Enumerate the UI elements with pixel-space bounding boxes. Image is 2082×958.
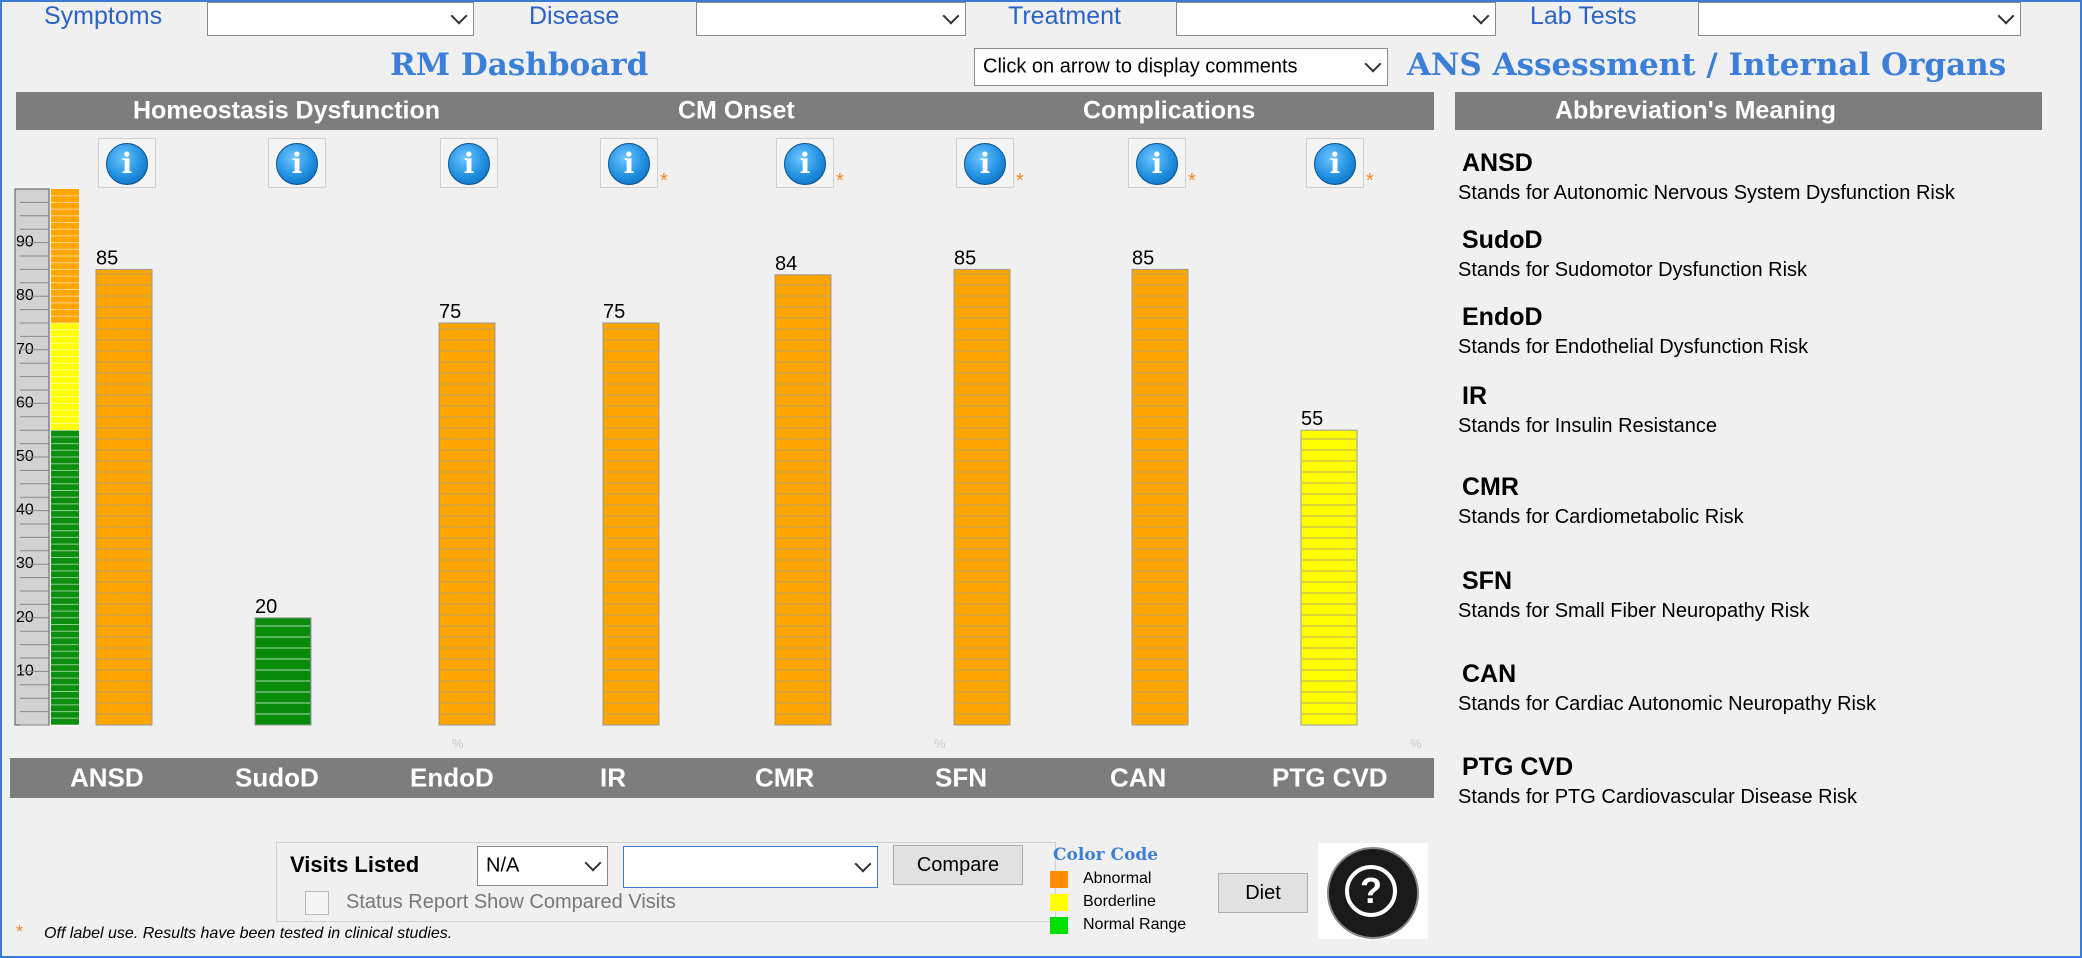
abbreviation-key: EndoD xyxy=(1462,303,1543,331)
category-label: CAN xyxy=(1110,762,1167,793)
category-label: CMR xyxy=(755,762,815,793)
bar-ansd xyxy=(95,268,153,726)
header-abbreviations: Abbreviation's Meaning xyxy=(1555,96,1836,125)
compare-button[interactable]: Compare xyxy=(893,845,1023,885)
abbreviation-key: IR xyxy=(1462,382,1487,410)
normal-range-swatch xyxy=(1050,917,1068,934)
abbreviation-key: CAN xyxy=(1462,660,1517,688)
abbreviation-description: Stands for PTG Cardiovascular Disease Ri… xyxy=(1458,786,1858,808)
percent-mark: % xyxy=(452,736,464,751)
bar-sudod xyxy=(254,617,312,726)
category-label: ANSD xyxy=(70,762,144,793)
percent-mark: % xyxy=(1410,736,1422,751)
abbreviation-key: ANSD xyxy=(1462,149,1533,177)
status-report-checkbox[interactable] xyxy=(305,891,329,915)
bar-value-label: 85 xyxy=(96,247,118,269)
bar-endod xyxy=(438,322,496,726)
borderline-swatch xyxy=(1050,894,1068,911)
risk-bar-chart: 908070605040302010852075 7584 85 8555%%% xyxy=(14,188,1422,751)
bar-value-label: 85 xyxy=(954,247,976,269)
chevron-down-icon xyxy=(1472,7,1490,25)
help-button[interactable]: ? xyxy=(1318,843,1428,939)
lab-tests-label: Lab Tests xyxy=(1530,2,1637,30)
bar-value-label: 85 xyxy=(1132,247,1154,269)
bar-sfn xyxy=(953,268,1011,726)
abbreviation-key: SudoD xyxy=(1462,226,1543,254)
visits-listed-label: Visits Listed xyxy=(290,852,420,877)
normal-range-label: Normal Range xyxy=(1083,916,1187,933)
compare-visits-select[interactable] xyxy=(623,846,878,888)
abnormal-swatch xyxy=(1050,871,1068,888)
visits-select[interactable]: N/A xyxy=(477,846,608,886)
abbreviation-description: Stands for Endothelial Dysfunction Risk xyxy=(1458,336,1809,358)
visits-select-value: N/A xyxy=(486,854,520,877)
abbreviation-key: CMR xyxy=(1462,473,1519,501)
abbreviation-key: SFN xyxy=(1462,567,1512,595)
abbreviation-description: Stands for Cardiometabolic Risk xyxy=(1458,506,1744,528)
help-glyph: ? xyxy=(1345,865,1397,917)
abbreviation-description: Stands for Small Fiber Neuropathy Risk xyxy=(1458,600,1810,622)
status-report-label: Status Report Show Compared Visits xyxy=(346,891,676,913)
category-labels-bar: ANSD SudoD EndoD IR CMR SFN CAN PTG CVD xyxy=(10,758,1434,798)
color-code-title: Color Code xyxy=(1053,845,1159,865)
chevron-down-icon xyxy=(854,855,872,873)
footnote-text: Off label use. Results have been tested … xyxy=(44,925,453,942)
abnormal-label: Abnormal xyxy=(1083,870,1152,887)
bar-value-label: 84 xyxy=(775,253,797,275)
bar-value-label: 20 xyxy=(255,596,277,618)
borderline-label: Borderline xyxy=(1083,893,1156,910)
abbreviation-description: Stands for Sudomotor Dysfunction Risk xyxy=(1458,259,1808,281)
diet-button[interactable]: Diet xyxy=(1218,873,1308,913)
bar-cmr xyxy=(774,274,832,726)
bar-value-label: 75 xyxy=(603,301,625,323)
scale-tick-label: 40 xyxy=(16,502,34,519)
percent-mark: % xyxy=(934,736,946,751)
category-label: PTG CVD xyxy=(1272,762,1388,793)
bar-ir xyxy=(602,322,660,726)
lab-tests-select[interactable] xyxy=(1698,2,2021,36)
abbreviation-description: Stands for Insulin Resistance xyxy=(1458,415,1718,437)
bar-can xyxy=(1131,268,1189,726)
category-label: SFN xyxy=(935,762,987,793)
abbreviation-description: Stands for Autonomic Nervous System Dysf… xyxy=(1458,182,1955,204)
bar-value-label: 55 xyxy=(1301,408,1323,430)
category-label: EndoD xyxy=(410,762,494,793)
abbreviation-description: Stands for Cardiac Autonomic Neuropathy … xyxy=(1458,693,1876,715)
category-label: SudoD xyxy=(235,762,319,793)
assessment-title: ANS Assessment / Internal Organs xyxy=(1407,47,2007,83)
chevron-down-icon xyxy=(1997,7,2015,25)
footnote-star: * xyxy=(16,922,24,942)
help-icon: ? xyxy=(1327,847,1419,939)
abbreviations-header-bar: Abbreviation's Meaning xyxy=(1455,92,2042,130)
bar-value-label: 75 xyxy=(439,301,461,323)
chevron-down-icon xyxy=(584,854,602,872)
category-label: IR xyxy=(600,762,626,793)
abbreviation-key: PTG CVD xyxy=(1462,753,1574,781)
